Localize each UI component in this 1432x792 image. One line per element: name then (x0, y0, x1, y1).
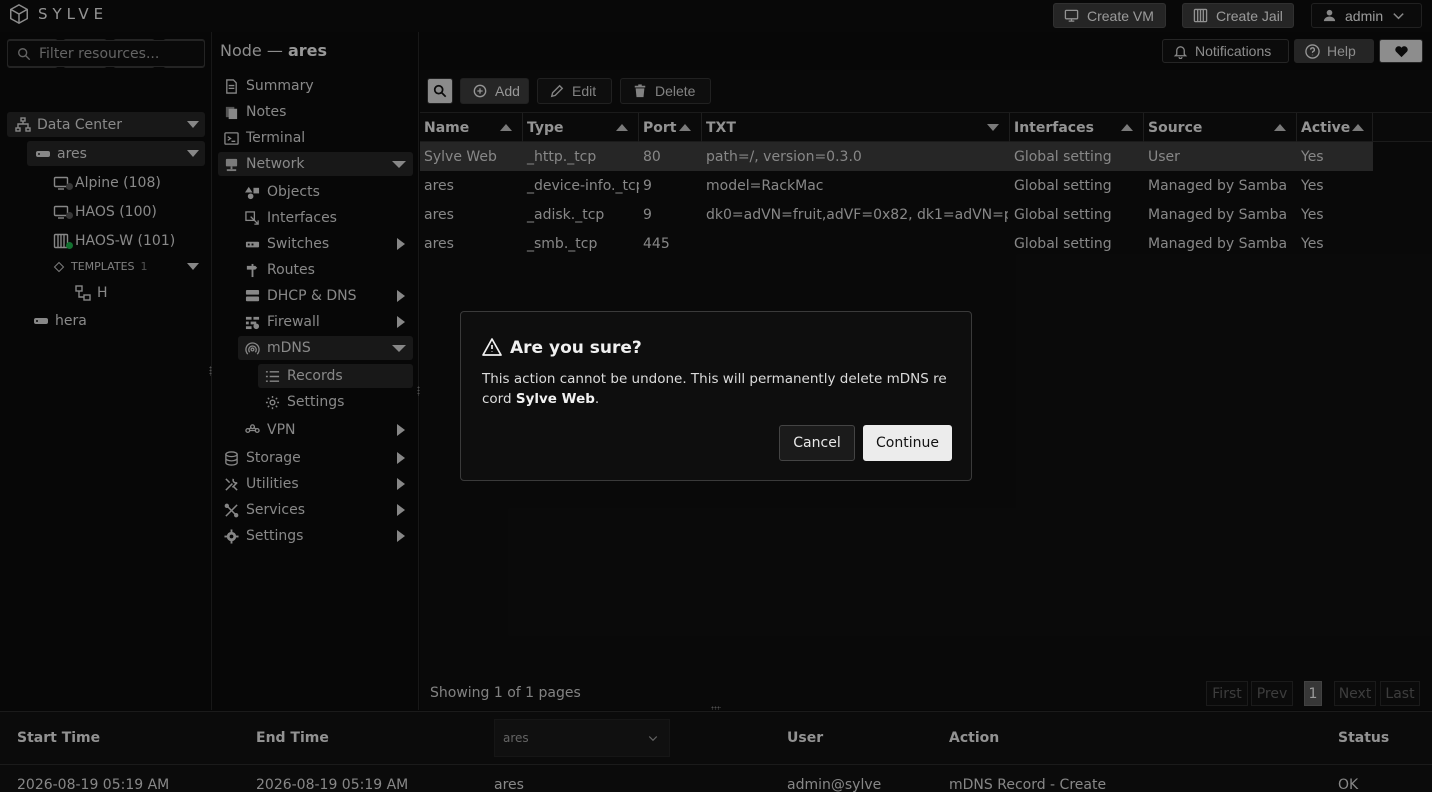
warning-triangle-icon (482, 337, 502, 357)
continue-button[interactable]: Continue (863, 425, 952, 461)
dialog-message: This action cannot be undone. This will … (482, 369, 952, 409)
dialog-message-target: Sylve Web (515, 391, 595, 407)
confirm-delete-dialog: Are you sure? This action cannot be undo… (460, 311, 972, 481)
dialog-title: Are you sure? (510, 338, 642, 358)
dialog-message-end: . (594, 391, 600, 407)
cancel-button[interactable]: Cancel (779, 425, 855, 461)
